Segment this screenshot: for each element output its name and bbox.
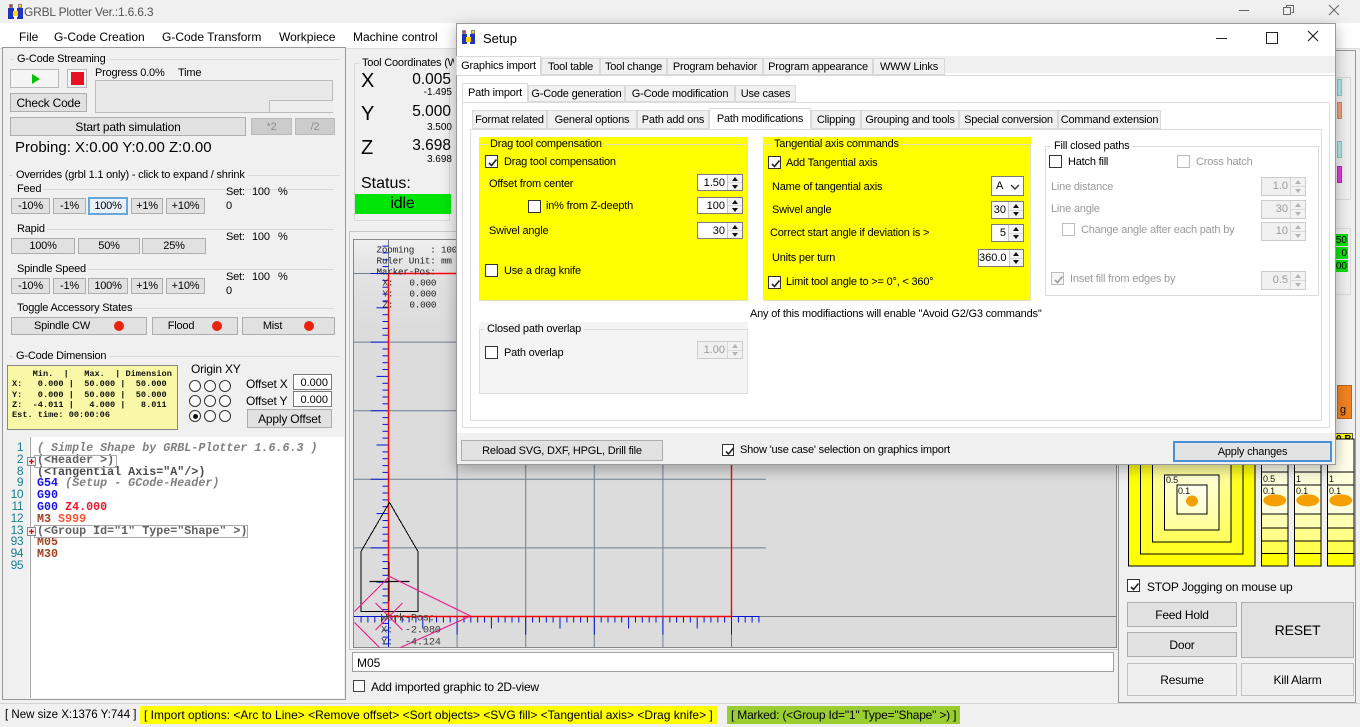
svg-text:Z: 0.000: Z: 0.000 bbox=[382, 299, 436, 310]
svg-text:0.5: 0.5 bbox=[1263, 474, 1275, 484]
svg-text:0.1: 0.1 bbox=[1178, 486, 1190, 496]
svg-text:Work-Pos:: Work-Pos: bbox=[381, 612, 435, 624]
svg-text:Zooming : 100 %: Zooming : 100 % bbox=[376, 244, 468, 255]
svg-text:Y: 0.000: Y: 0.000 bbox=[382, 288, 436, 299]
svg-text:0.5: 0.5 bbox=[1166, 475, 1178, 485]
svg-text:Ruler Unit: mm: Ruler Unit: mm bbox=[376, 255, 452, 266]
svg-text:X: -2.080: X: -2.080 bbox=[381, 624, 441, 636]
svg-text:1: 1 bbox=[1296, 474, 1301, 484]
svg-text:1: 1 bbox=[1329, 474, 1334, 484]
svg-text:X: 0.000: X: 0.000 bbox=[382, 277, 436, 288]
svg-text:Y: -4.124: Y: -4.124 bbox=[381, 636, 441, 648]
svg-text:Marker-Pos:: Marker-Pos: bbox=[376, 266, 435, 277]
